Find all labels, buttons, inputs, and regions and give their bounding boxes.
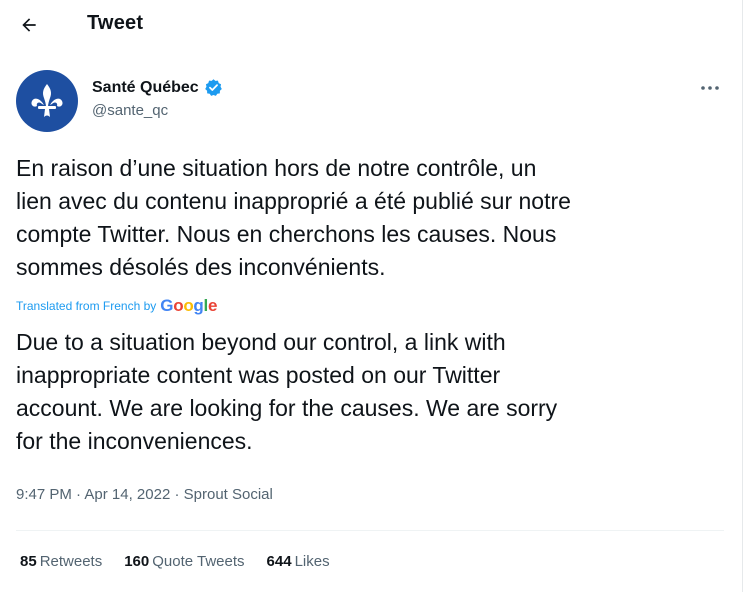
separator-dot: · bbox=[76, 486, 82, 503]
author-name-row: Santé Québec bbox=[92, 78, 223, 97]
translation-label: Translated from French by bbox=[16, 299, 157, 313]
tweet-text-translated: Due to a situation beyond our control, a… bbox=[16, 329, 558, 454]
translation-attribution[interactable]: Translated from French by Google bbox=[16, 296, 217, 316]
more-horizontal-icon bbox=[701, 86, 719, 90]
top-bar: Tweet bbox=[0, 0, 740, 52]
arrow-left-icon bbox=[22, 18, 36, 32]
separator-dot: · bbox=[174, 486, 180, 503]
author-name[interactable]: Santé Québec bbox=[92, 79, 199, 97]
page-title: Tweet bbox=[87, 12, 144, 34]
likes-count: 644 bbox=[266, 553, 292, 570]
more-options-button[interactable] bbox=[696, 78, 724, 98]
back-button[interactable] bbox=[14, 10, 44, 40]
quote-tweets-count: 160 bbox=[124, 553, 150, 570]
tweet-timestamp: 9:47 PM · Apr 14, 2022 · Sprout Social bbox=[16, 486, 273, 503]
tweet-text-original: En raison d’une situation hors de notre … bbox=[16, 155, 571, 280]
google-logo: Google bbox=[160, 296, 218, 315]
tweet-time[interactable]: 9:47 PM bbox=[16, 486, 72, 503]
tweet-author: Santé Québec @sante_qc bbox=[16, 70, 728, 134]
likes-label: Likes bbox=[294, 553, 330, 570]
likes-stat[interactable]: 644 Likes bbox=[267, 553, 330, 570]
avatar[interactable] bbox=[16, 70, 78, 132]
retweets-label: Retweets bbox=[39, 553, 103, 570]
tweet-date[interactable]: Apr 14, 2022 bbox=[84, 486, 170, 503]
tweet-stats: 85 Retweets 160 Quote Tweets 644 Likes bbox=[20, 553, 352, 570]
retweets-count: 85 bbox=[20, 553, 37, 570]
retweets-stat[interactable]: 85 Retweets bbox=[20, 553, 102, 570]
tweet-source[interactable]: Sprout Social bbox=[184, 486, 273, 503]
window-edge bbox=[742, 0, 743, 592]
quote-tweets-label: Quote Tweets bbox=[152, 553, 245, 570]
divider bbox=[16, 530, 724, 531]
verified-badge-icon bbox=[204, 78, 223, 97]
author-handle[interactable]: @sante_qc bbox=[92, 102, 168, 119]
fleur-de-lis-icon bbox=[31, 84, 63, 117]
quote-tweets-stat[interactable]: 160 Quote Tweets bbox=[124, 553, 244, 570]
